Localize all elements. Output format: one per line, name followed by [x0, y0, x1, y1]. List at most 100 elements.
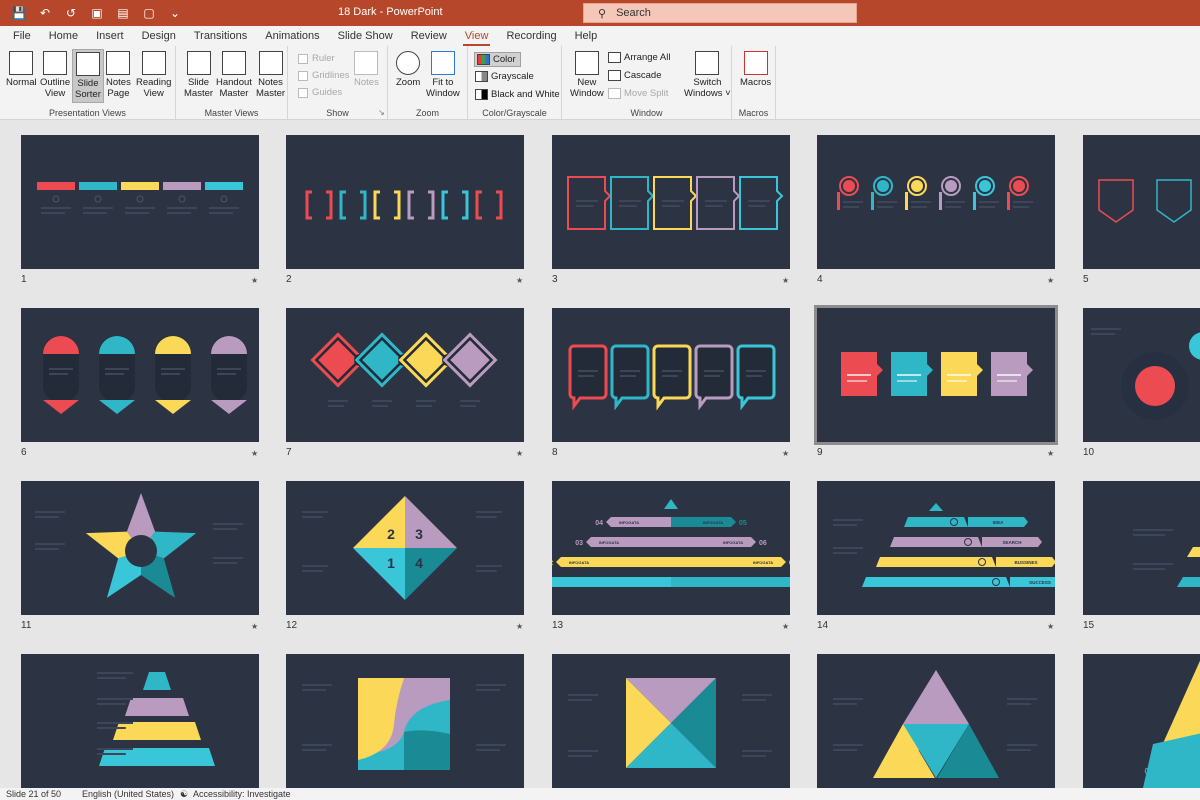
- tab-help[interactable]: Help: [568, 26, 605, 46]
- undo-icon[interactable]: ↶: [36, 4, 54, 22]
- bracket-right: [360, 190, 367, 220]
- outline-view-button[interactable]: Outline View: [40, 51, 70, 99]
- slide-thumbnail[interactable]: [552, 654, 790, 788]
- black-white-button[interactable]: Black and White: [475, 89, 560, 100]
- tab-insert[interactable]: Insert: [89, 26, 131, 46]
- slide-thumbnail[interactable]: [1083, 135, 1200, 269]
- placeholder-text: [742, 750, 772, 752]
- placeholder-text: [576, 205, 594, 207]
- tab-view[interactable]: View: [458, 26, 496, 46]
- slide-thumbnail[interactable]: [21, 308, 259, 442]
- transition-star-icon[interactable]: ★: [1047, 276, 1054, 285]
- placeholder-text: [217, 368, 241, 370]
- notes-page-button[interactable]: Notes Page: [106, 51, 131, 99]
- accessibility-status[interactable]: Accessibility: Investigate: [193, 789, 291, 799]
- zoom-label: Zoom: [396, 77, 421, 88]
- move-split-button[interactable]: Move Split: [608, 88, 668, 99]
- transition-star-icon[interactable]: ★: [782, 276, 789, 285]
- slide-preview: [841, 352, 1033, 396]
- macros-button[interactable]: Macros: [740, 51, 771, 88]
- slide-thumbnail[interactable]: [21, 654, 259, 788]
- placeholder-text: [97, 753, 126, 755]
- guides-label: Guides: [312, 87, 343, 98]
- slide-thumbnail[interactable]: [814, 305, 1058, 445]
- handout-master-button[interactable]: Handout Master: [216, 51, 252, 99]
- present-icon[interactable]: ▣: [88, 4, 106, 22]
- slide-preview: [1133, 529, 1200, 587]
- slide-thumbnail[interactable]: [552, 308, 790, 442]
- slide-thumbnail[interactable]: [1083, 308, 1200, 442]
- slide-thumbnail[interactable]: [21, 481, 259, 615]
- arrange-all-button[interactable]: Arrange All: [608, 52, 670, 63]
- banner-label: INFOGATA: [703, 520, 723, 525]
- transition-star-icon[interactable]: ★: [782, 449, 789, 458]
- notes-button[interactable]: Notes: [354, 51, 379, 88]
- slide-sorter-area[interactable]: 1 ★ 2 ★ 3 ★ 4 ★ 5 6 ★ 7 ★ 8 ★ 9 ★ 10 11 ★ 2 3 1 4 12 ★ 04 05 INFOGAT…: [0, 121, 1200, 788]
- frame-box: [653, 176, 698, 230]
- slide-master-button[interactable]: Slide Master: [184, 51, 213, 99]
- reading-view-button[interactable]: Reading View: [136, 51, 171, 99]
- language[interactable]: English (United States): [82, 789, 174, 799]
- customize-qat-icon[interactable]: ⌄: [166, 4, 184, 22]
- tab-home[interactable]: Home: [42, 26, 85, 46]
- tab-design[interactable]: Design: [135, 26, 183, 46]
- redo-icon[interactable]: ↺: [62, 4, 80, 22]
- fit-window-icon: [430, 51, 455, 75]
- guides-checkbox[interactable]: Guides: [298, 87, 342, 98]
- tab-slide-show[interactable]: Slide Show: [331, 26, 400, 46]
- transition-star-icon[interactable]: ★: [516, 622, 523, 631]
- slide-thumbnail[interactable]: 2 3 1 4: [286, 481, 524, 615]
- save-icon[interactable]: 💾: [10, 4, 28, 22]
- transition-star-icon[interactable]: ★: [516, 276, 523, 285]
- ribbon-band: [163, 182, 201, 190]
- show-dialog-launcher-icon[interactable]: ↘: [378, 108, 385, 117]
- slide-thumbnail[interactable]: [286, 308, 524, 442]
- slide-sorter-button[interactable]: Slide Sorter: [72, 49, 104, 103]
- transition-star-icon[interactable]: ★: [782, 622, 789, 631]
- cascade-button[interactable]: Cascade: [608, 70, 662, 81]
- puzzle-piece: [404, 730, 450, 770]
- slide-thumbnail[interactable]: [817, 135, 1055, 269]
- slide-thumbnail[interactable]: [286, 654, 524, 788]
- pyramid-level: [904, 517, 968, 527]
- normal-view-button[interactable]: Normal: [6, 51, 37, 88]
- normal-label: Normal: [6, 77, 37, 88]
- notes-master-button[interactable]: Notes Master: [256, 51, 285, 99]
- tab-animations[interactable]: Animations: [258, 26, 326, 46]
- tab-transitions[interactable]: Transitions: [187, 26, 254, 46]
- outline-label-2: View: [44, 88, 66, 99]
- slide-thumbnail[interactable]: [1083, 481, 1200, 615]
- fit-to-window-button[interactable]: Fit to Window: [426, 51, 460, 99]
- banner-number: 06: [759, 540, 767, 547]
- slide-count[interactable]: Slide 21 of 50: [6, 789, 61, 799]
- zoom-button[interactable]: Zoom: [396, 51, 420, 88]
- layout-icon[interactable]: ▤: [114, 4, 132, 22]
- transition-star-icon[interactable]: ★: [1047, 449, 1054, 458]
- banner-number: 03: [575, 540, 583, 547]
- search-input[interactable]: ⚲ Search: [583, 3, 857, 23]
- slide-thumbnail[interactable]: 01: [1083, 654, 1200, 788]
- slide-thumbnail[interactable]: [286, 135, 524, 269]
- slide-thumbnail[interactable]: [552, 135, 790, 269]
- gridlines-checkbox[interactable]: Gridlines: [298, 70, 350, 81]
- new-window-button[interactable]: New Window: [570, 51, 604, 99]
- transition-star-icon[interactable]: ★: [251, 622, 258, 631]
- circle-fill: [979, 180, 991, 192]
- transition-star-icon[interactable]: ★: [251, 449, 258, 458]
- shape-icon[interactable]: ▢: [140, 4, 158, 22]
- slide-thumbnail[interactable]: IDEA SEARCH BUSSINES SUCCESS: [817, 481, 1055, 615]
- tab-recording[interactable]: Recording: [499, 26, 563, 46]
- ruler-checkbox[interactable]: Ruler: [298, 53, 335, 64]
- transition-star-icon[interactable]: ★: [251, 276, 258, 285]
- transition-star-icon[interactable]: ★: [1047, 622, 1054, 631]
- slide-thumbnail[interactable]: [21, 135, 259, 269]
- switch-windows-button[interactable]: Switch Windows ˅: [684, 51, 731, 99]
- tab-review[interactable]: Review: [404, 26, 454, 46]
- tab-file[interactable]: File: [6, 26, 38, 46]
- transition-star-icon[interactable]: ★: [516, 449, 523, 458]
- slide-preview: [1098, 179, 1192, 223]
- slide-thumbnail[interactable]: [817, 654, 1055, 788]
- grayscale-button[interactable]: Grayscale: [475, 71, 534, 82]
- color-button[interactable]: Color: [474, 52, 521, 67]
- slide-thumbnail[interactable]: 04 05 INFOGATA INFOGATA 03 06 INFOGATA INFOGATA…: [552, 481, 790, 615]
